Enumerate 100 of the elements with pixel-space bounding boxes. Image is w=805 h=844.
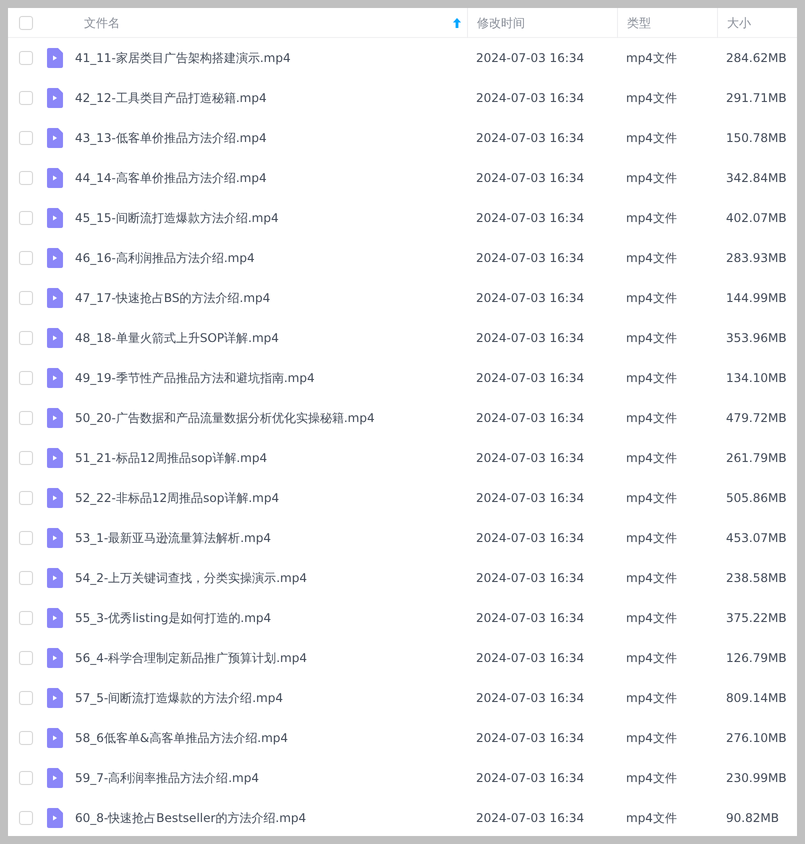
video-file-icon [47,288,63,308]
checkbox[interactable] [19,16,33,30]
file-name[interactable]: 52_22-非标品12周推品sop详解.mp4 [75,489,280,507]
file-type: mp4文件 [626,51,677,65]
file-size: 90.82MB [726,811,779,825]
checkbox[interactable] [19,131,33,145]
file-type: mp4文件 [626,731,677,745]
video-file-icon [47,168,63,188]
modified-time: 2024-07-03 16:34 [476,411,584,425]
file-size: 479.72MB [726,411,787,425]
file-name[interactable]: 43_13-低客单价推品方法介绍.mp4 [75,129,267,147]
file-size: 402.07MB [726,211,787,225]
video-file-icon [47,328,63,348]
video-file-icon [47,528,63,548]
checkbox[interactable] [19,731,33,745]
checkbox[interactable] [19,171,33,185]
checkbox[interactable] [19,51,33,65]
file-name[interactable]: 54_2-上万关键词查找，分类实操演示.mp4 [75,569,307,587]
file-type: mp4文件 [626,531,677,545]
checkbox[interactable] [19,291,33,305]
file-name[interactable]: 51_21-标品12周推品sop详解.mp4 [75,449,268,467]
checkbox[interactable] [19,771,33,785]
file-type: mp4文件 [626,171,677,185]
file-size: 134.10MB [726,371,787,385]
file-type: mp4文件 [626,771,677,785]
video-file-icon [47,88,63,108]
checkbox[interactable] [19,371,33,385]
video-file-icon [47,808,63,828]
checkbox[interactable] [19,571,33,585]
file-size: 150.78MB [726,131,787,145]
file-size: 809.14MB [726,691,787,705]
file-name[interactable]: 55_3-优秀listing是如何打造的.mp4 [75,609,272,627]
file-size: 126.79MB [726,651,787,665]
file-name[interactable]: 44_14-高客单价推品方法介绍.mp4 [75,169,267,187]
file-type: mp4文件 [626,611,677,625]
modified-time: 2024-07-03 16:34 [476,371,584,385]
checkbox[interactable] [19,451,33,465]
file-name[interactable]: 48_18-单量火箭式上升SOP详解.mp4 [75,329,279,347]
file-name[interactable]: 46_16-高利润推品方法介绍.mp4 [75,249,255,267]
file-name[interactable]: 53_1-最新亚马逊流量算法解析.mp4 [75,529,271,547]
file-type: mp4文件 [626,491,677,505]
video-file-icon [47,768,63,788]
checkbox[interactable] [19,251,33,265]
checkbox[interactable] [19,811,33,825]
file-name[interactable]: 60_8-快速抢占Bestseller的方法介绍.mp4 [75,809,306,827]
file-type: mp4文件 [626,571,677,585]
video-file-icon [47,208,63,228]
file-name[interactable]: 45_15-间断流打造爆款方法介绍.mp4 [75,209,279,227]
file-name[interactable]: 42_12-工具类目产品打造秘籍.mp4 [75,89,267,107]
checkbox[interactable] [19,411,33,425]
checkbox[interactable] [19,531,33,545]
checkbox[interactable] [19,331,33,345]
file-size: 505.86MB [726,491,787,505]
modified-time: 2024-07-03 16:34 [476,211,584,225]
file-type: mp4文件 [626,131,677,145]
file-name[interactable]: 57_5-间断流打造爆款的方法介绍.mp4 [75,689,283,707]
file-name[interactable]: 59_7-高利润率推品方法介绍.mp4 [75,769,259,787]
sort-arrow-icon[interactable] [453,18,461,28]
modified-time: 2024-07-03 16:34 [476,811,584,825]
modified-time: 2024-07-03 16:34 [476,651,584,665]
checkbox[interactable] [19,211,33,225]
modified-time: 2024-07-03 16:34 [476,691,584,705]
file-name[interactable]: 49_19-季节性产品推品方法和避坑指南.mp4 [75,369,315,387]
file-size: 144.99MB [726,291,787,305]
file-name[interactable]: 47_17-快速抢占BS的方法介绍.mp4 [75,289,270,307]
file-type: mp4文件 [626,251,677,265]
modified-time: 2024-07-03 16:34 [476,531,584,545]
modified-time: 2024-07-03 16:34 [476,91,584,105]
modified-time: 2024-07-03 16:34 [476,771,584,785]
file-size: 276.10MB [726,731,787,745]
file-size: 283.93MB [726,251,787,265]
file-name[interactable]: 41_11-家居类目广告架构搭建演示.mp4 [75,49,291,67]
video-file-icon [47,368,63,388]
video-file-icon [47,608,63,628]
file-size: 375.22MB [726,611,787,625]
video-file-icon [47,408,63,428]
file-size: 261.79MB [726,451,787,465]
file-name[interactable]: 56_4-科学合理制定新品推广预算计划.mp4 [75,649,307,667]
file-name[interactable]: 50_20-广告数据和产品流量数据分析优化实操秘籍.mp4 [75,409,375,427]
video-file-icon [47,688,63,708]
modified-time: 2024-07-03 16:34 [476,51,584,65]
video-file-icon [47,488,63,508]
video-file-icon [47,448,63,468]
checkbox[interactable] [19,91,33,105]
file-size: 230.99MB [726,771,787,785]
checkbox[interactable] [19,491,33,505]
video-file-icon [47,48,63,68]
checkbox[interactable] [19,651,33,665]
modified-time: 2024-07-03 16:34 [476,731,584,745]
file-type: mp4文件 [626,451,677,465]
checkbox[interactable] [19,691,33,705]
file-name[interactable]: 58_6低客单&高客单推品方法介绍.mp4 [75,729,288,747]
modified-time: 2024-07-03 16:34 [476,491,584,505]
modified-time: 2024-07-03 16:34 [476,611,584,625]
file-size: 238.58MB [726,571,787,585]
video-file-icon [47,248,63,268]
video-file-icon [47,648,63,668]
checkbox[interactable] [19,611,33,625]
file-type: mp4文件 [626,411,677,425]
modified-time: 2024-07-03 16:34 [476,131,584,145]
